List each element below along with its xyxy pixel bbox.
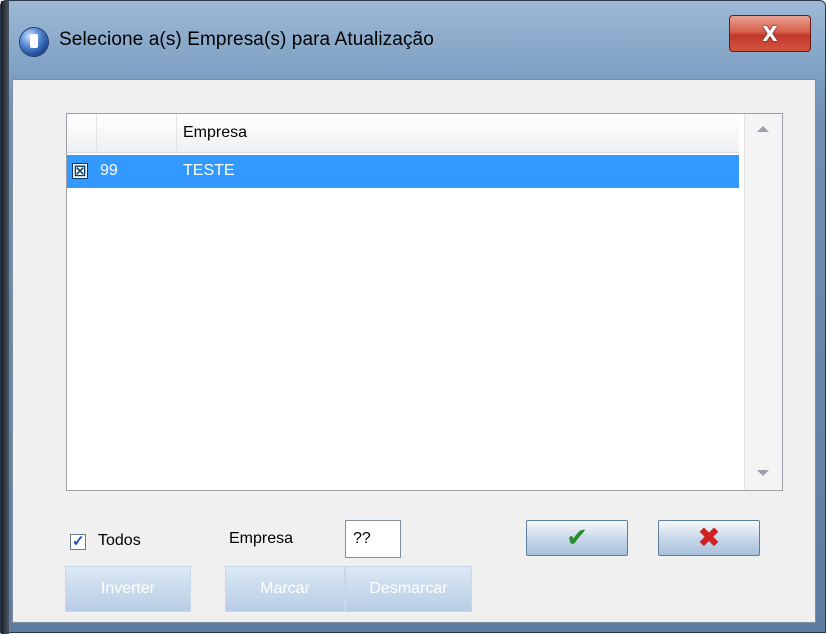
empresa-input[interactable]: ??: [345, 520, 401, 558]
background-edge: [1, 1, 9, 634]
company-grid[interactable]: Empresa ☒ 99 TESTE: [66, 113, 783, 491]
column-header-check[interactable]: [67, 114, 97, 152]
column-header-empresa[interactable]: Empresa: [177, 114, 739, 152]
todos-label: Todos: [98, 532, 141, 549]
empresa-label: Empresa: [229, 530, 294, 547]
grid-header: Empresa: [67, 114, 739, 153]
todos-checkbox[interactable]: ✓: [70, 533, 86, 550]
close-button[interactable]: X: [729, 15, 811, 52]
row-checkbox[interactable]: ☒: [72, 163, 88, 179]
row-name: TESTE: [183, 162, 235, 179]
close-icon: X: [762, 21, 778, 46]
row-code: 99: [100, 162, 118, 179]
confirm-button[interactable]: ✔: [526, 520, 628, 556]
vertical-scrollbar[interactable]: [744, 114, 782, 490]
marcar-button[interactable]: Marcar: [225, 566, 345, 612]
column-header-code[interactable]: [97, 114, 177, 152]
x-icon: ✖: [697, 521, 721, 554]
desmarcar-button[interactable]: Desmarcar: [345, 566, 472, 612]
cancel-button[interactable]: ✖: [658, 520, 760, 556]
inverter-button[interactable]: Inverter: [65, 566, 191, 612]
window-title: Selecione a(s) Empresa(s) para Atualizaç…: [59, 29, 434, 50]
checkmark-icon: ✓: [72, 533, 85, 550]
checkmark-icon: ✔: [566, 523, 588, 553]
scroll-up-icon[interactable]: [757, 126, 769, 132]
dialog-window: Selecione a(s) Empresa(s) para Atualizaç…: [0, 0, 826, 634]
scroll-down-icon[interactable]: [757, 470, 769, 476]
dialog-body: Empresa ☒ 99 TESTE ✓ Todos Empresa ?? ✔ …: [12, 79, 816, 623]
table-row[interactable]: ☒ 99 TESTE: [67, 155, 739, 188]
app-globe-icon: [20, 28, 48, 56]
